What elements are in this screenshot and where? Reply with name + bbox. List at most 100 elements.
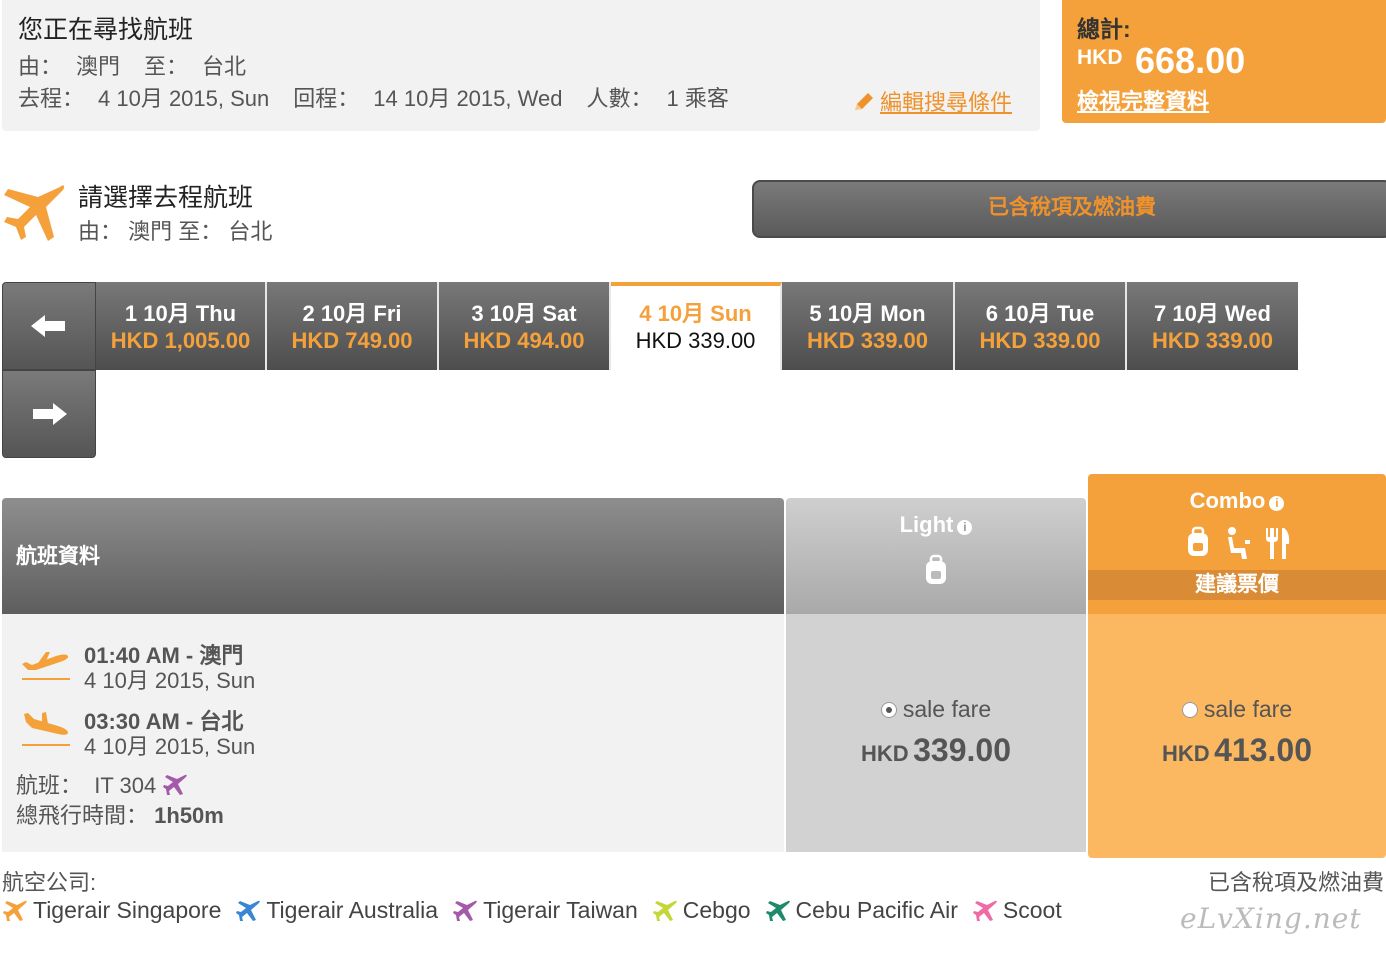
airline-logo-icon [765,900,790,921]
airline-name: Tigerair Australia [266,897,439,923]
tab-date: 7 10月 Wed [1154,301,1271,326]
tab-price: HKD 339.00 [1151,328,1274,353]
airline-logo-icon [3,900,27,921]
light-fare-cell[interactable]: sale fare HKD 339.00 [786,614,1086,852]
flight-info-header-label: 航班資料 [16,545,100,568]
info-icon[interactable]: i [957,520,973,535]
watermark: eLvXing.net [1180,902,1362,935]
view-details-link[interactable]: 檢視完整資料 [1077,84,1209,116]
airline-logo-icon [652,900,677,921]
pax-label: 人數： [586,86,653,111]
airline-item: Cebu Pacific Air [765,897,958,924]
flight-duration-row: 總飛行時間： 1h50m [16,798,224,830]
airline-item: Tigerair Singapore [2,897,221,924]
tigerair-taiwan-logo-icon [163,774,188,795]
light-fare-currency: HKD [861,741,909,766]
departure-date: 4 10月 2015, Sun [84,668,256,693]
light-header-label: Light [899,512,954,537]
total-box: 總計: HKD 668.00 檢視完整資料 [1062,0,1386,123]
tab-price: HKD 339.00 [979,328,1101,353]
date-tab[interactable]: 6 10月 Tue HKD 339.00 [955,282,1127,370]
airline-legend: Tigerair Singapore Tigerair Australia Tige… [2,897,1076,924]
tab-price: HKD 494.00 [463,328,585,353]
tab-price: HKD 339.00 [635,328,756,353]
date-tab-selected[interactable]: 4 10月 Sun HKD 339.00 [611,282,782,370]
recommended-fare-label: 建議票價 [1088,570,1386,600]
combo-fare-header: Combo i 建議票價 [1088,474,1386,614]
backpack-icon [1188,526,1208,556]
to-label: 至： [144,54,189,79]
airline-item: Tigerair Taiwan [452,897,638,924]
prev-dates-button[interactable] [2,282,96,370]
return-date: 14 10月 2015, Wed [373,86,563,111]
from-label: 由： [18,54,63,79]
edit-search-label: 編輯搜尋條件 [880,90,1013,115]
light-fare-radio[interactable] [880,702,897,718]
return-label: 回程： [293,86,360,111]
tab-date: 1 10月 Thu [124,301,237,326]
airline-name: Tigerair Singapore [33,897,222,923]
date-tab[interactable]: 7 10月 Wed HKD 339.00 [1127,282,1298,370]
next-dates-button[interactable] [2,370,96,458]
tab-date: 2 10月 Fri [302,301,402,326]
arrival-date: 4 10月 2015, Sun [84,734,256,759]
date-tab[interactable]: 2 10月 Fri HKD 749.00 [267,282,439,370]
pax-count: 1 乘客 [666,86,729,111]
combo-fare-radio[interactable] [1181,702,1198,718]
airline-logo-icon [972,900,997,921]
edit-search-link[interactable]: 編輯搜尋條件 [852,85,1012,117]
tab-price: HKD 1,005.00 [110,328,251,353]
outbound-route: 由： 澳門 至： 台北 [78,219,273,244]
combo-fare-label: sale fare [1203,696,1293,722]
flight-info-cell: 01:40 AM - 澳門 4 10月 2015, Sun 03:30 AM -… [2,614,784,852]
from-city: 澳門 [76,54,121,79]
info-icon[interactable]: i [1269,496,1285,511]
combo-fare-option[interactable]: sale fare [1088,696,1386,723]
airline-name: Cebu Pacific Air [795,897,958,923]
tab-price: HKD 749.00 [291,328,413,353]
arrow-left-icon [31,315,65,337]
airline-item: Tigerair Australia [235,897,438,924]
airline-name: Scoot [1002,897,1062,923]
airlines-label: 航空公司: [2,870,97,895]
combo-fare-currency: HKD [1162,741,1210,766]
flight-number: IT 304 [94,773,157,798]
airline-item: Cebgo [652,897,751,924]
light-fare-amount: 339.00 [913,732,1011,768]
depart-date: 4 10月 2015, Sun [98,86,270,111]
combo-fare-amount: 413.00 [1214,732,1312,768]
airline-name: Cebgo [682,897,751,923]
pencil-icon [855,93,873,110]
route-line: 由： 澳門 至： 台北 [18,49,246,81]
date-tab[interactable]: 1 10月 Thu HKD 1,005.00 [96,282,267,370]
outbound-title: 請選擇去程航班 [78,184,254,212]
flight-info-header: 航班資料 [2,498,784,614]
arrow-right-icon [33,403,67,425]
duration-label: 總飛行時間： [16,803,149,828]
date-tab[interactable]: 5 10月 Mon HKD 339.00 [782,282,955,370]
seat-icon [1228,527,1250,559]
light-fare-price: HKD 339.00 [786,732,1086,769]
tax-included-banner: 已含稅項及燃油費 [752,180,1386,238]
airline-logo-icon [236,900,261,921]
combo-fare-cell[interactable]: sale fare HKD 413.00 [1088,614,1386,858]
combo-fare-price: HKD 413.00 [1088,732,1386,769]
depart-label: 去程： [18,86,85,111]
total-amount: 668.00 [1135,40,1246,81]
search-title: 您正在尋找航班 [18,16,194,44]
dates-line: 去程： 4 10月 2015, Sun 回程： 14 10月 2015, Wed 人數：… [18,81,729,113]
airline-item: Scoot [972,897,1062,924]
total-label: 總計: [1077,16,1131,42]
takeoff-icon [22,652,70,680]
landing-icon [22,712,70,746]
tab-date: 5 10月 Mon [809,301,926,326]
to-city: 台北 [202,54,247,79]
tax-note: 已含稅項及燃油費 [1207,870,1384,895]
duration-value: 1h50m [154,803,224,828]
date-tab[interactable]: 3 10月 Sat HKD 494.00 [439,282,611,370]
light-fare-option[interactable]: sale fare [786,696,1086,723]
light-fare-header: Light i [786,498,1086,614]
tab-date: 6 10月 Tue [985,301,1095,326]
backpack-icon [926,554,946,584]
airline-logo-icon [453,900,477,921]
